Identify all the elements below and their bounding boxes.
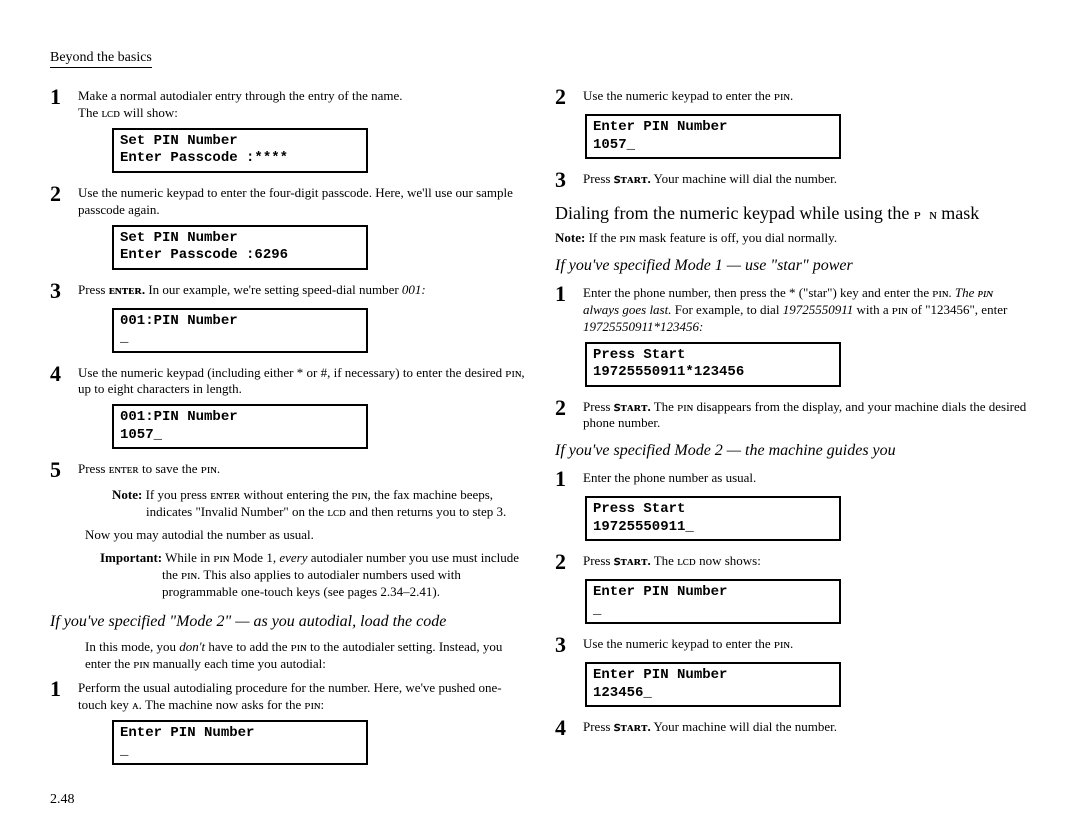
page-number: 2.48 [50,792,75,808]
left-step-3: 3 Press ᴇɴᴛᴇʀ. In our example, we're set… [50,280,525,302]
step-text: Use the numeric keypad to enter the ᴘɪɴ. [583,634,1030,653]
right-m1-step-1: 1 Enter the phone number, then press the… [555,283,1030,336]
step-number: 2 [555,551,573,573]
step-number: 1 [50,86,68,108]
right-m2-step-3: 3 Use the numeric keypad to enter the ᴘɪ… [555,634,1030,656]
step-number: 3 [555,634,573,656]
step-subtext: The ʟᴄᴅ will show: [78,105,178,120]
step-text: Use the numeric keypad (including either… [78,363,525,399]
lcd-display: Press Start 19725550911*123456 [585,342,841,387]
step-number: 4 [555,717,573,739]
sub-heading: If you've specified Mode 2 — the machine… [555,442,1030,460]
step-text: Perform the usual autodialing procedure … [78,678,525,714]
lcd-display: Set PIN Number Enter Passcode :**** [112,128,368,173]
step-text: Enter the phone number as usual. [583,468,1030,487]
right-m2-step-1: 1 Enter the phone number as usual. [555,468,1030,490]
lcd-display: 001:PIN Number _ [112,308,368,353]
right-column: 2 Use the numeric keypad to enter the ᴘɪ… [555,86,1030,775]
step-number: 4 [50,363,68,385]
step-text: Press ᴇɴᴛᴇʀ. In our example, we're setti… [78,280,525,299]
lcd-display: Press Start 19725550911_ [585,496,841,541]
step-text: Press ꜱᴛᴀʀᴛ. Your machine will dial the … [583,169,1030,188]
step-number: 1 [555,283,573,305]
section-header: Beyond the basics [50,50,152,68]
left-column: 1 Make a normal autodialer entry through… [50,86,525,775]
left-step-5: 5 Press ᴇɴᴛᴇʀ to save the ᴘɪɴ. [50,459,525,481]
lcd-display: Enter PIN Number _ [585,579,841,624]
step-number: 3 [555,169,573,191]
step-text: Make a normal autodialer entry through t… [78,88,403,103]
body-text: In this mode, you don't have to add the … [85,639,525,673]
step-text: Use the numeric keypad to enter the four… [78,183,525,219]
step-text: Press ꜱᴛᴀʀᴛ. The ʟᴄᴅ now shows: [583,551,1030,570]
lcd-display: Set PIN Number Enter Passcode :6296 [112,225,368,270]
step-text: Press ᴇɴᴛᴇʀ to save the ᴘɪɴ. [78,459,525,478]
right-step-2: 2 Use the numeric keypad to enter the ᴘɪ… [555,86,1030,108]
lcd-display: Enter PIN Number 1057_ [585,114,841,159]
left-step-1: 1 Make a normal autodialer entry through… [50,86,525,122]
step-number: 2 [555,397,573,419]
sub-heading: If you've specified Mode 1 — use "star" … [555,257,1030,275]
lcd-display: 001:PIN Number 1057_ [112,404,368,449]
left-mode2-step-1: 1 Perform the usual autodialing procedur… [50,678,525,714]
sub-heading: If you've specified "Mode 2" — as you au… [50,613,525,631]
lcd-display: Enter PIN Number 123456_ [585,662,841,707]
left-step-2: 2 Use the numeric keypad to enter the fo… [50,183,525,219]
step-number: 2 [555,86,573,108]
lcd-display: Enter PIN Number _ [112,720,368,765]
left-step-4: 4 Use the numeric keypad (including eith… [50,363,525,399]
step-text: Press ꜱᴛᴀʀᴛ. The ᴘɪɴ disappears from the… [583,397,1030,433]
right-step-3: 3 Press ꜱᴛᴀʀᴛ. Your machine will dial th… [555,169,1030,191]
important-text: Important: While in ᴘɪɴ Mode 1, every au… [162,550,525,601]
step-text: Use the numeric keypad to enter the ᴘɪɴ. [583,86,1030,105]
step-number: 3 [50,280,68,302]
right-m1-step-2: 2 Press ꜱᴛᴀʀᴛ. The ᴘɪɴ disappears from t… [555,397,1030,433]
step-number: 5 [50,459,68,481]
step-number: 1 [50,678,68,700]
step-number: 2 [50,183,68,205]
body-text: Now you may autodial the number as usual… [85,527,525,544]
step-text: Enter the phone number, then press the *… [583,283,1030,336]
right-m2-step-4: 4 Press ꜱᴛᴀʀᴛ. Your machine will dial th… [555,717,1030,739]
step-number: 1 [555,468,573,490]
right-m2-step-2: 2 Press ꜱᴛᴀʀᴛ. The ʟᴄᴅ now shows: [555,551,1030,573]
note-text: Note: If the ᴘɪɴ mask feature is off, yo… [593,230,1030,247]
section-heading: Dialing from the numeric keypad while us… [555,203,1030,224]
note-text: Note: If you press ᴇɴᴛᴇʀ without enterin… [146,487,525,521]
step-text: Press ꜱᴛᴀʀᴛ. Your machine will dial the … [583,717,1030,736]
